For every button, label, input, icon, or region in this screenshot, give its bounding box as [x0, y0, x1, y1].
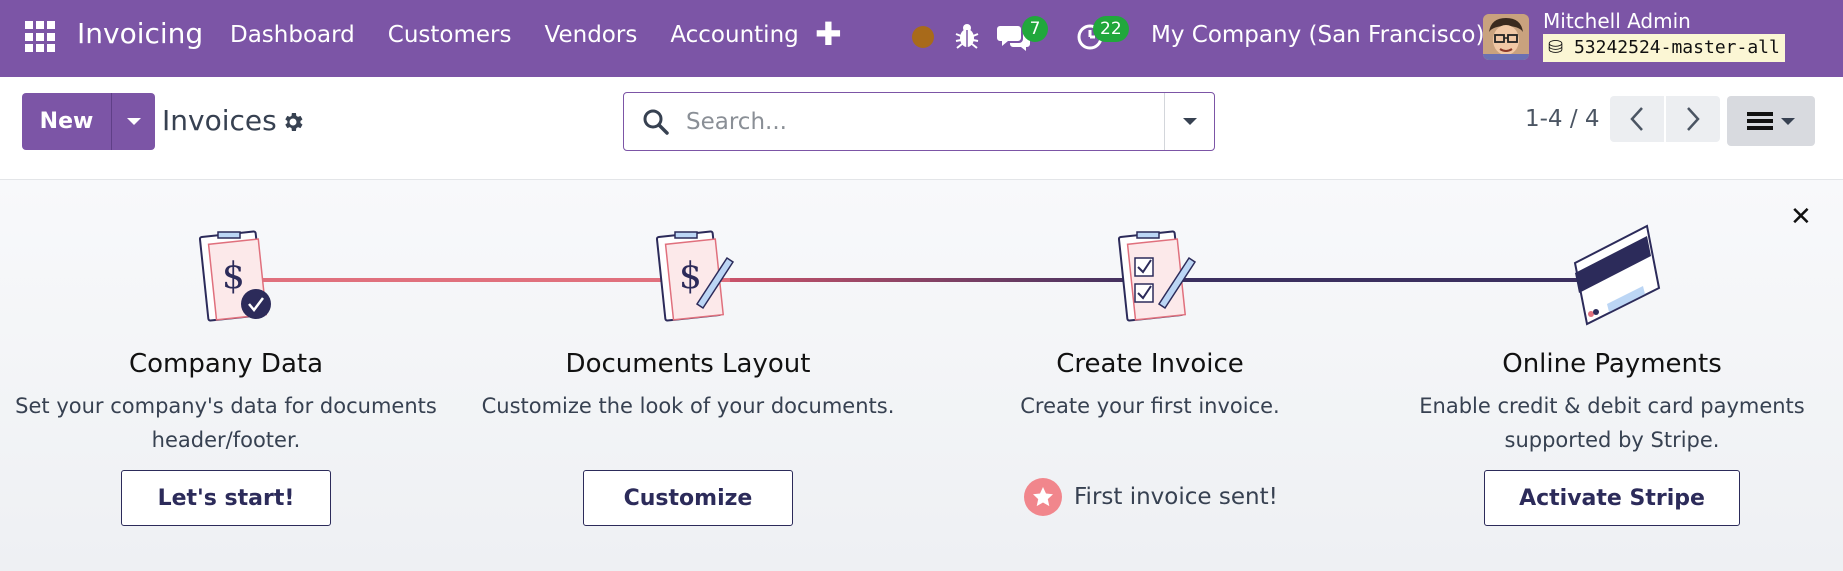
control-panel: New Invoices 1-4 / 4	[0, 77, 1843, 180]
menu-vendors[interactable]: Vendors	[545, 22, 638, 48]
step-description: Create your first invoice.	[1020, 394, 1280, 418]
step-description: Enable credit & debit card payments supp…	[1419, 394, 1805, 452]
new-button[interactable]: New	[22, 93, 112, 150]
step-done-indicator: First invoice sent!	[1024, 478, 1278, 516]
svg-text:$: $	[222, 256, 245, 297]
star-icon	[1024, 478, 1062, 516]
search-input[interactable]	[686, 103, 1176, 141]
new-dropdown-toggle[interactable]	[112, 93, 155, 150]
menu-dashboard[interactable]: Dashboard	[230, 22, 355, 48]
new-button-group: New	[22, 93, 155, 150]
plus-icon[interactable]: ✚	[815, 18, 842, 50]
progress-line-mid	[730, 278, 1150, 282]
step-title: Company Data	[128, 349, 324, 379]
document-pen-icon: $	[655, 230, 735, 322]
database-icon: ⛁	[1548, 37, 1564, 58]
view-switcher-button[interactable]	[1727, 96, 1815, 146]
page-title: Invoices	[162, 104, 277, 137]
user-avatar[interactable]	[1483, 14, 1529, 60]
step-description: Set your company's data for documents he…	[15, 394, 437, 452]
status-dot[interactable]	[912, 26, 934, 48]
company-switcher[interactable]: My Company (San Francisco)	[1151, 22, 1484, 48]
pager-previous-button[interactable]	[1610, 96, 1664, 142]
invoice-check-icon: $	[198, 230, 271, 322]
svg-text:$: $	[679, 256, 702, 297]
caret-down-icon	[126, 118, 141, 125]
progress-line-pending	[1150, 278, 1580, 282]
customize-button[interactable]: Customize	[583, 470, 793, 526]
user-name[interactable]: Mitchell Admin	[1543, 9, 1691, 33]
search-options-toggle[interactable]	[1164, 93, 1214, 150]
database-badge: ⛁ 53242524-master-all	[1543, 34, 1785, 62]
step-title: Create Invoice	[1056, 349, 1244, 379]
chevron-right-icon	[1687, 107, 1700, 131]
close-icon[interactable]: ✕	[1790, 204, 1812, 230]
top-navbar: Invoicing Dashboard Customers Vendors Ac…	[0, 0, 1843, 77]
main-menu: Dashboard Customers Vendors Accounting	[230, 22, 832, 48]
database-name: 53242524-master-all	[1573, 37, 1780, 58]
onboarding-panel: ✕ $ Company Data Set your company's data…	[0, 180, 1843, 571]
activity-count-badge: 22	[1093, 16, 1129, 42]
activate-stripe-button[interactable]: Activate Stripe	[1484, 470, 1740, 526]
caret-down-icon	[1182, 118, 1197, 125]
pager-next-button[interactable]	[1666, 96, 1720, 142]
checklist-icon	[1117, 230, 1197, 322]
bug-icon[interactable]	[954, 22, 980, 50]
search-box	[623, 92, 1215, 151]
app-name[interactable]: Invoicing	[77, 17, 203, 50]
step-title: Online Payments	[1502, 349, 1722, 379]
caret-down-icon	[1781, 117, 1795, 125]
credit-card-icon	[1573, 224, 1661, 326]
gear-icon[interactable]	[281, 110, 305, 134]
chevron-left-icon	[1630, 107, 1643, 131]
lets-start-button[interactable]: Let's start!	[121, 470, 331, 526]
menu-accounting[interactable]: Accounting	[670, 22, 798, 48]
search-icon	[643, 109, 669, 135]
apps-menu-icon[interactable]	[25, 21, 57, 53]
step-description: Customize the look of your documents.	[481, 394, 895, 418]
step-title: Documents Layout	[565, 349, 811, 379]
list-view-icon	[1747, 112, 1773, 130]
menu-customers[interactable]: Customers	[388, 22, 512, 48]
step-done-label: First invoice sent!	[1074, 484, 1278, 510]
chat-count-badge: 7	[1022, 16, 1048, 42]
pager-value[interactable]: 1-4 / 4	[1525, 106, 1600, 132]
